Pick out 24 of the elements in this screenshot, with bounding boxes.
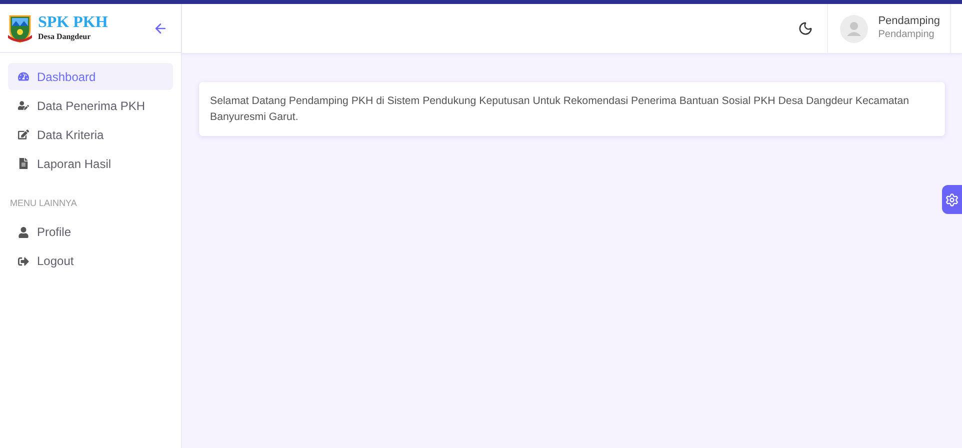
user-name: Pendamping xyxy=(878,15,940,30)
moon-icon xyxy=(798,21,814,36)
document-icon xyxy=(18,158,29,169)
sidebar-item[interactable]: Dashboard xyxy=(8,63,173,90)
sidebar-item[interactable]: Data Kriteria xyxy=(8,121,173,148)
crest-logo-icon xyxy=(7,13,33,43)
sidebar-item[interactable]: Data Penerima PKH xyxy=(8,92,173,119)
avatar-icon xyxy=(840,14,868,42)
gauge-icon xyxy=(18,71,29,82)
sidebar-item[interactable]: Laporan Hasil xyxy=(8,150,173,177)
collapse-sidebar-button[interactable] xyxy=(153,20,168,36)
welcome-message: Selamat Datang Pendamping PKH di Sistem Pendukung Keputusan Untuk Rekomendasi Penerima Bantuan Sosial PKH Desa Dangdeur Kecamatan Banyuresmi Garut. xyxy=(210,94,910,125)
settings-button[interactable] xyxy=(942,185,962,214)
edit-icon xyxy=(18,129,29,140)
app-subtitle: Desa Dangdeur xyxy=(38,33,92,41)
settings-icon xyxy=(945,192,959,206)
user-role: Pendamping xyxy=(878,29,936,42)
sidebar-item[interactable]: Logout xyxy=(8,248,173,274)
menu-section-heading: MENU LAINNYA xyxy=(9,197,78,210)
user-icon xyxy=(18,226,29,238)
logout-icon xyxy=(18,256,29,266)
user-pen-icon xyxy=(18,100,29,111)
app-title: SPK PKH xyxy=(38,15,108,31)
sidebar-item[interactable]: Profile xyxy=(8,218,173,246)
